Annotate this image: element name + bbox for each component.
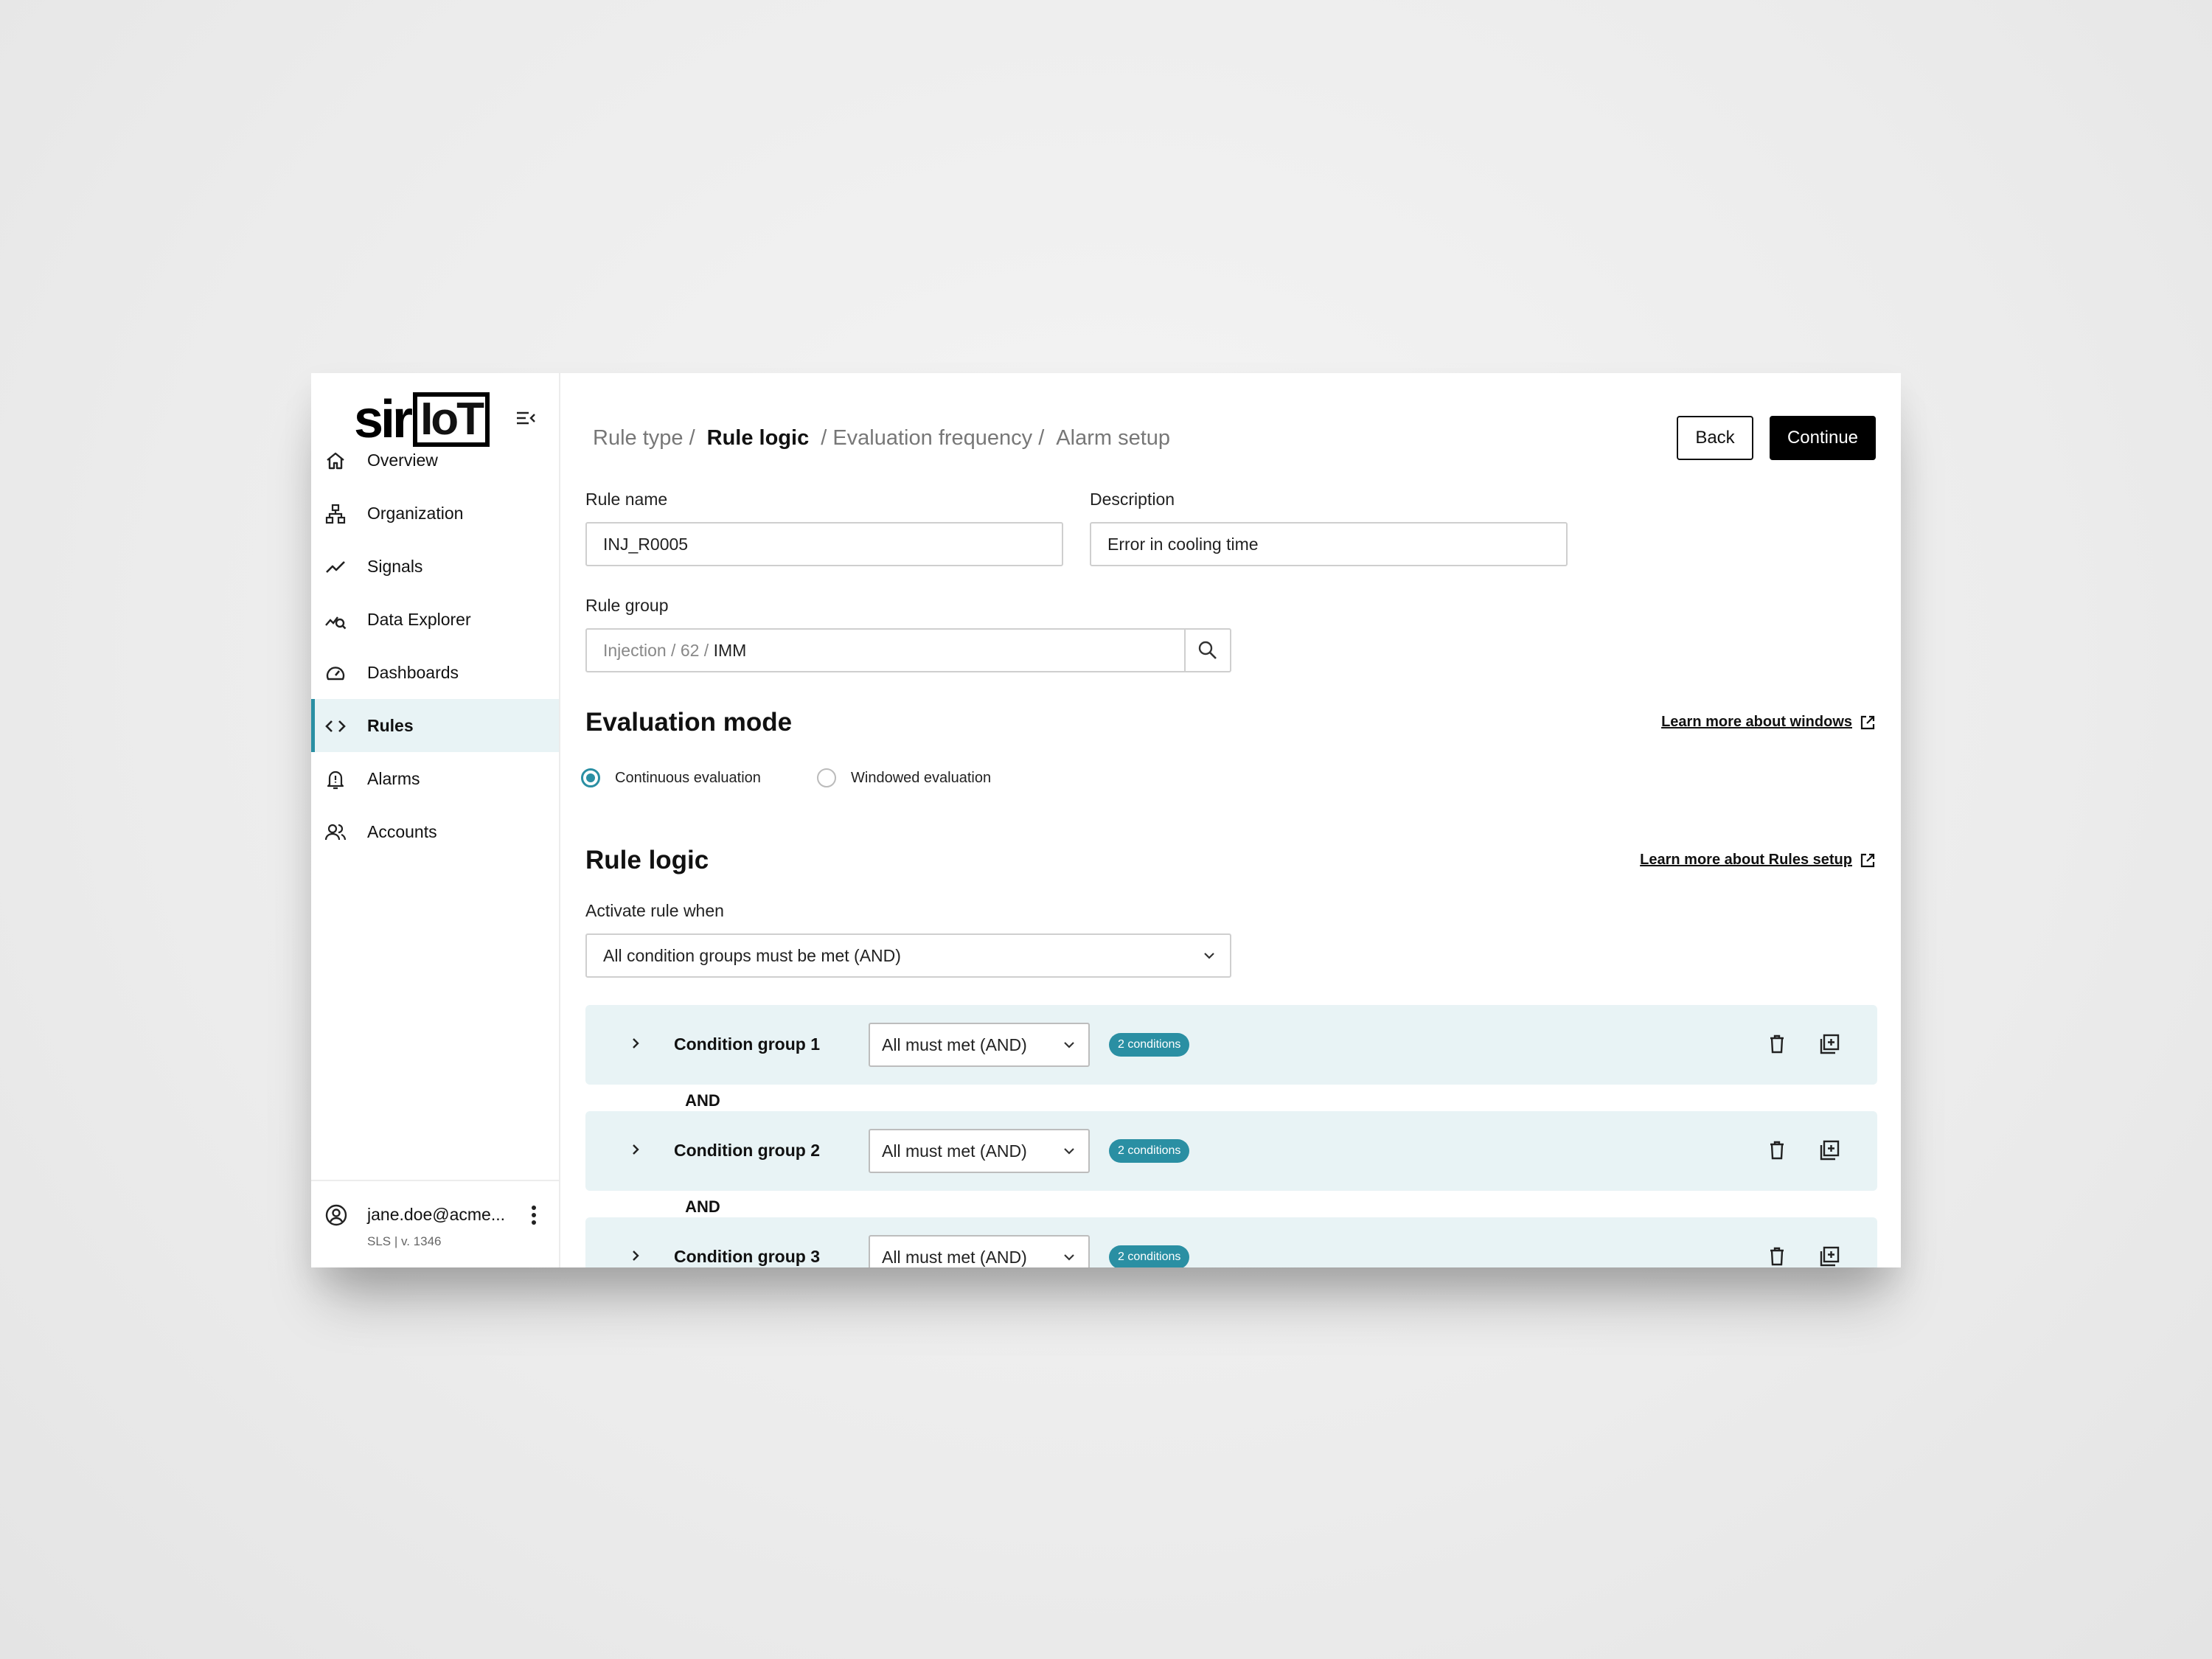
rule-group-path: Injection / 62 / [603, 640, 714, 660]
chevron-down-icon [1064, 1148, 1074, 1155]
sidebar-item-overview[interactable]: Overview [311, 434, 559, 487]
conditions-count-badge: 2 conditions [1109, 1245, 1190, 1267]
condition-group-mode-select[interactable]: All must met (AND) [869, 1023, 1090, 1067]
sidebar-item-accounts[interactable]: Accounts [311, 805, 559, 858]
breadcrumb-evaluation-frequency[interactable]: / Evaluation frequency / [821, 426, 1044, 451]
search-button[interactable] [1184, 630, 1230, 671]
sidebar-item-label: Rules [367, 715, 414, 735]
trash-icon[interactable] [1767, 1245, 1787, 1267]
rule-group-value: IMM [713, 640, 747, 660]
radio-continuous[interactable]: Continuous evaluation [581, 768, 761, 787]
conditions-count-badge: 2 conditions [1109, 1139, 1190, 1163]
collapse-sidebar-icon[interactable] [515, 407, 537, 429]
activate-rule-select[interactable]: All condition groups must be met (AND) [585, 933, 1231, 978]
rule-name-input[interactable]: INJ_R0005 [585, 522, 1063, 566]
rule-logic-title: Rule logic [585, 846, 709, 874]
bell-alert-icon [327, 771, 344, 790]
activate-rule-label: Activate rule when [585, 901, 724, 920]
external-link-icon [1860, 715, 1875, 729]
search-icon [1198, 641, 1217, 659]
chevron-right-icon[interactable] [627, 1034, 644, 1052]
activate-rule-value: All condition groups must be met (AND) [603, 945, 901, 965]
trend-line-icon [326, 561, 345, 573]
sidebar-item-data-explorer[interactable]: Data Explorer [311, 593, 559, 646]
sidebar-item-label: Organization [367, 503, 464, 523]
rule-group-label: Rule group [585, 596, 669, 615]
condition-group-mode-value: All must met (AND) [882, 1141, 1027, 1161]
conditions-count-badge: 2 conditions [1109, 1033, 1190, 1057]
home-icon [327, 452, 344, 470]
condition-group[interactable]: Condition group 3 All must met (AND) 2 c… [585, 1217, 1877, 1267]
condition-group-name: Condition group 2 [674, 1141, 821, 1160]
duplicate-icon[interactable] [1818, 1033, 1840, 1055]
learn-more-rules-text: Learn more about Rules setup [1640, 852, 1852, 868]
sidebar: sir IoT Overview Organization Signals Da… [311, 373, 560, 1267]
more-vertical-icon[interactable] [529, 1203, 538, 1227]
condition-group-name: Condition group 1 [674, 1034, 821, 1054]
sidebar-item-rules[interactable]: Rules [311, 699, 559, 752]
sidebar-item-label: Overview [367, 450, 438, 470]
breadcrumb: Rule type / Rule logic / Evaluation freq… [593, 426, 1182, 451]
sidebar-item-label: Accounts [367, 821, 437, 841]
condition-group-mode-select[interactable]: All must met (AND) [869, 1235, 1090, 1267]
sidebar-item-alarms[interactable]: Alarms [311, 752, 559, 805]
rule-name-label: Rule name [585, 490, 668, 509]
radio-dot-selected[interactable] [581, 768, 600, 787]
user-email[interactable]: jane.doe@acme... [367, 1205, 505, 1225]
condition-group-name: Condition group 3 [674, 1247, 821, 1266]
and-connector: AND [667, 1088, 739, 1114]
breadcrumb-alarm-setup[interactable]: Alarm setup [1056, 426, 1170, 451]
org-chart-icon [325, 504, 346, 524]
radio-continuous-label: Continuous evaluation [615, 769, 761, 786]
learn-more-windows-link[interactable]: Learn more about windows [1661, 714, 1876, 731]
breadcrumb-rule-type[interactable]: Rule type / [593, 426, 695, 451]
back-button[interactable]: Back [1677, 416, 1753, 460]
and-connector: AND [667, 1194, 739, 1220]
duplicate-icon[interactable] [1818, 1139, 1840, 1161]
user-account-icon[interactable] [324, 1203, 348, 1227]
sidebar-item-label: Alarms [367, 768, 420, 788]
condition-group-mode-value: All must met (AND) [882, 1034, 1027, 1054]
external-link-icon [1860, 853, 1875, 867]
rule-group-input[interactable]: Injection / 62 / IMM [585, 628, 1231, 672]
continue-button[interactable]: Continue [1770, 416, 1876, 460]
user-panel: jane.doe@acme... SLS | v. 1346 [311, 1180, 559, 1267]
radio-windowed-label: Windowed evaluation [851, 769, 992, 786]
condition-group-mode-value: All must met (AND) [882, 1247, 1027, 1267]
app-version: SLS | v. 1346 [367, 1234, 442, 1248]
app-window: sir IoT Overview Organization Signals Da… [311, 373, 1901, 1267]
radio-dot[interactable] [817, 768, 836, 787]
condition-group[interactable]: Condition group 1 All must met (AND) 2 c… [585, 1005, 1877, 1085]
trash-icon[interactable] [1767, 1139, 1787, 1161]
description-label: Description [1090, 490, 1175, 509]
chevron-down-icon [1064, 1042, 1074, 1048]
condition-group-mode-select[interactable]: All must met (AND) [869, 1129, 1090, 1173]
rule-name-value: INJ_R0005 [603, 534, 689, 554]
condition-group[interactable]: Condition group 2 All must met (AND) 2 c… [585, 1111, 1877, 1191]
sidebar-item-signals[interactable]: Signals [311, 540, 559, 593]
duplicate-icon[interactable] [1818, 1245, 1840, 1267]
chart-search-icon [325, 616, 347, 630]
sidebar-item-label: Dashboards [367, 662, 459, 682]
sidebar-item-organization[interactable]: Organization [311, 487, 559, 540]
chevron-right-icon[interactable] [627, 1141, 644, 1158]
trash-icon[interactable] [1767, 1033, 1787, 1055]
description-input[interactable]: Error in cooling time [1090, 522, 1568, 566]
chevron-right-icon[interactable] [627, 1247, 644, 1265]
main-content: Rule type / Rule logic / Evaluation freq… [559, 373, 1901, 1267]
sidebar-item-label: Data Explorer [367, 609, 471, 629]
chevron-down-icon [1204, 953, 1214, 959]
gauge-icon [326, 667, 345, 681]
evaluation-mode-title: Evaluation mode [585, 708, 793, 737]
learn-more-rules-link[interactable]: Learn more about Rules setup [1640, 852, 1876, 869]
sidebar-item-dashboards[interactable]: Dashboards [311, 646, 559, 699]
chevron-down-icon [1064, 1254, 1074, 1261]
sidebar-item-label: Signals [367, 556, 423, 576]
description-value: Error in cooling time [1107, 534, 1259, 554]
users-icon [324, 824, 347, 841]
breadcrumb-rule-logic: Rule logic [706, 426, 810, 450]
code-brackets-icon [325, 720, 346, 732]
radio-windowed[interactable]: Windowed evaluation [817, 768, 991, 787]
learn-more-windows-text: Learn more about windows [1661, 714, 1852, 730]
